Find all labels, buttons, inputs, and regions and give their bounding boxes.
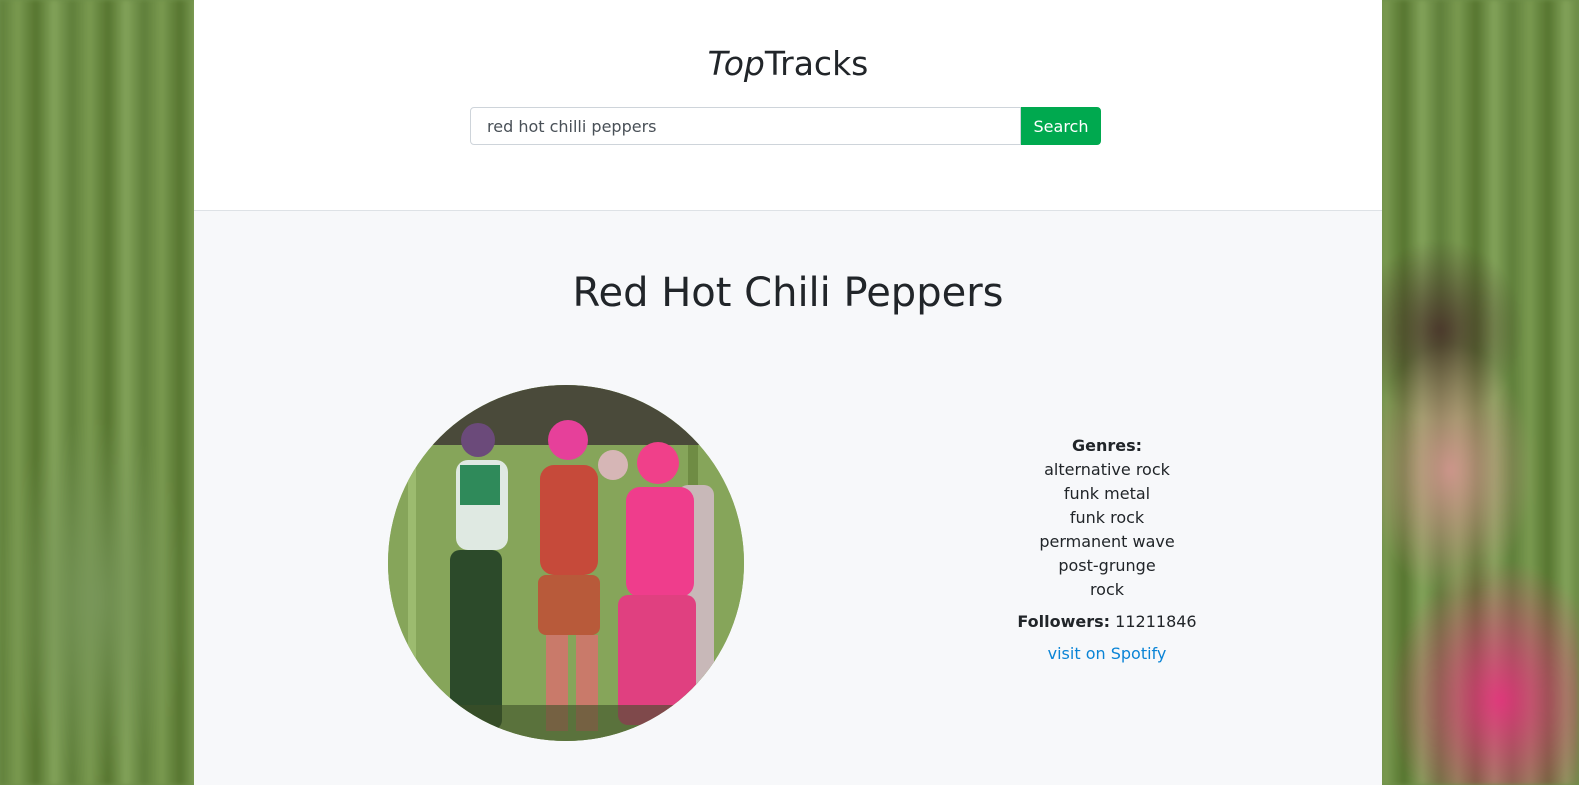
main-container: TopTracks Search Red Hot Chili Peppers xyxy=(194,0,1382,785)
site-header: TopTracks Search xyxy=(194,0,1382,211)
brand-italic: Top xyxy=(707,44,765,83)
search-input[interactable] xyxy=(470,107,1021,145)
genre-item: permanent wave xyxy=(1039,532,1175,551)
genre-item: funk metal xyxy=(1063,484,1151,503)
artist-photo xyxy=(388,385,744,741)
genres-list: alternative rock funk metal funk rock pe… xyxy=(982,458,1232,602)
brand-logo[interactable]: TopTracks xyxy=(194,44,1382,83)
artist-name: Red Hot Chili Peppers xyxy=(572,270,1004,316)
spotify-link[interactable]: visit on Spotify xyxy=(1048,642,1167,666)
followers-label: Followers: xyxy=(1017,612,1111,631)
genre-item: rock xyxy=(1089,580,1125,599)
artist-info: Genres: alternative rock funk metal funk… xyxy=(982,434,1232,666)
brand-regular: Tracks xyxy=(764,44,869,83)
followers-count: 11211846 xyxy=(1115,612,1197,631)
genre-item: funk rock xyxy=(1069,508,1145,527)
genres-label: Genres: xyxy=(1071,436,1143,455)
search-button[interactable]: Search xyxy=(1021,107,1101,145)
followers: Followers: 11211846 xyxy=(982,610,1232,634)
search-form: Search xyxy=(470,107,1101,145)
genre-item: post-grunge xyxy=(1058,556,1156,575)
genre-item: alternative rock xyxy=(1044,460,1170,479)
